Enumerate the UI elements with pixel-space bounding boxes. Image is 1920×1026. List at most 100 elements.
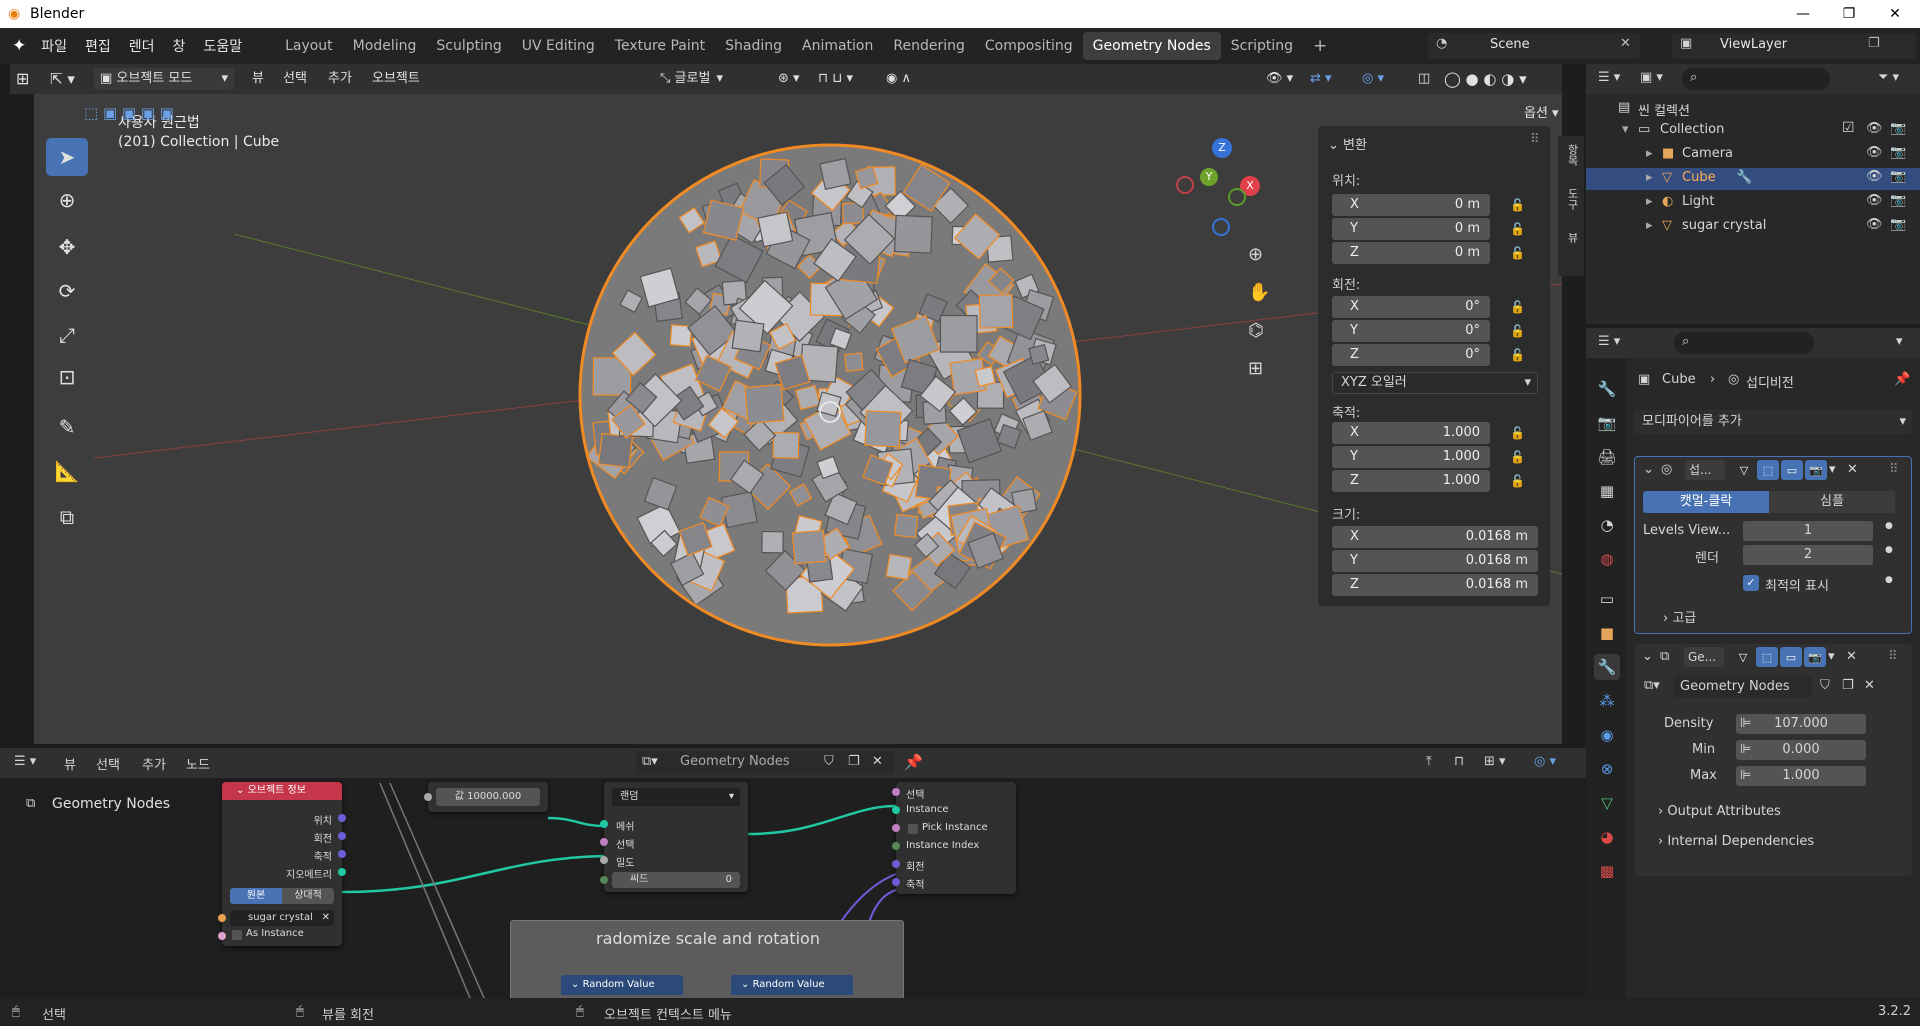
chevron-down-icon[interactable]: ▾: [1896, 334, 1903, 349]
distribute-points-node[interactable]: 랜덤 ▾ 메쉬 선택 밀도 씨드 0: [600, 782, 748, 892]
editor-type-icon[interactable]: ☰ ▾: [1598, 334, 1620, 349]
scale-tool-button[interactable]: ⤢: [46, 316, 88, 354]
proportional-edit-icon[interactable]: ◉ ∧: [886, 68, 911, 90]
menu-render[interactable]: 렌더: [120, 36, 164, 56]
node-group-field[interactable]: Geometry Nodes: [1674, 676, 1812, 698]
tab-compositing[interactable]: Compositing: [975, 32, 1083, 60]
edit-mode-icon[interactable]: ▽: [1733, 460, 1755, 480]
keyframe-dot-icon[interactable]: ●: [1885, 521, 1893, 531]
tab-scripting[interactable]: Scripting: [1221, 32, 1303, 60]
gizmo-neg-y-icon[interactable]: [1228, 188, 1246, 206]
navigation-gizmo[interactable]: Z Y X: [1176, 138, 1264, 236]
tab-rendering[interactable]: Rendering: [883, 32, 975, 60]
add-workspace-icon[interactable]: +: [1303, 32, 1337, 60]
viewport-display-icon[interactable]: ▭: [1781, 460, 1803, 480]
modifier-name-field[interactable]: 섭...: [1685, 460, 1725, 480]
rotation-x-field[interactable]: X 0°: [1332, 296, 1490, 318]
distribute-mode-dropdown[interactable]: 랜덤 ▾: [612, 788, 740, 806]
max-field[interactable]: ⊫ 1.000: [1736, 766, 1866, 786]
object-tab-icon[interactable]: ■: [1594, 620, 1620, 646]
snap-target-icon[interactable]: ⊞ ▾: [1484, 754, 1506, 769]
unlink-icon[interactable]: ✕: [1864, 678, 1875, 693]
tab-view[interactable]: 뷰: [1564, 232, 1580, 243]
menu-node[interactable]: 노드: [186, 754, 210, 773]
original-button[interactable]: 원본: [230, 888, 282, 904]
scale-y-field[interactable]: Y 1.000: [1332, 446, 1490, 468]
relative-button[interactable]: 상대적: [282, 888, 334, 904]
viewport-display-icon[interactable]: ▭: [1780, 647, 1802, 667]
transform-orientation[interactable]: ⤡ 글로벌 ▾: [660, 68, 760, 90]
menu-add[interactable]: 추가: [328, 68, 352, 90]
catmull-clark-button[interactable]: 캣멀-클락: [1643, 491, 1769, 513]
tool-tab-icon[interactable]: 🔧: [1594, 376, 1620, 402]
snap-icon[interactable]: ⊓: [1454, 754, 1464, 769]
hand-icon[interactable]: ✋: [1248, 282, 1270, 303]
eye-icon[interactable]: 👁: [1866, 217, 1883, 232]
outliner-row-camera[interactable]: ▸ ■ Camera 👁 📷: [1586, 144, 1920, 166]
checkbox-icon[interactable]: ☑: [1842, 120, 1855, 136]
frame-node[interactable]: radomize scale and rotation ⌄ Random Val…: [510, 920, 904, 998]
view-layer-selector[interactable]: ▣ ViewLayer ❐: [1672, 33, 1916, 59]
keyframe-dot-icon[interactable]: ●: [1885, 575, 1893, 585]
scene-tab-icon[interactable]: ◔: [1594, 512, 1620, 538]
render-levels-field[interactable]: 2: [1743, 545, 1873, 565]
collapse-icon[interactable]: ⌄: [1643, 462, 1654, 477]
grid-view-icon[interactable]: ⊞: [1248, 358, 1263, 379]
menu-object[interactable]: 오브젝트: [372, 68, 420, 90]
properties-search[interactable]: ⌕: [1674, 332, 1814, 354]
lock-icon[interactable]: 🔓: [1510, 450, 1526, 464]
fake-user-icon[interactable]: ⛉: [1820, 678, 1830, 693]
cursor-tool-button[interactable]: ⊕: [46, 181, 88, 219]
select-tool-icon[interactable]: ⇱ ▾: [50, 68, 75, 90]
random-value-node[interactable]: ⌄ Random Value: [561, 975, 683, 995]
lock-icon[interactable]: 🔓: [1510, 474, 1526, 488]
cage-icon[interactable]: ⬚: [1757, 460, 1779, 480]
value-field[interactable]: 값 10000.000: [436, 788, 540, 806]
close-button[interactable]: ✕: [1872, 0, 1918, 28]
scale-x-field[interactable]: X 1.000: [1332, 422, 1490, 444]
constraints-tab-icon[interactable]: ⊗: [1594, 756, 1620, 782]
minimize-button[interactable]: —: [1780, 0, 1826, 28]
maximize-button[interactable]: ❐: [1826, 0, 1872, 28]
particles-tab-icon[interactable]: ⁂: [1594, 688, 1620, 714]
blender-menu-icon[interactable]: ✦: [12, 36, 26, 56]
copy-icon[interactable]: ❐: [1868, 36, 1880, 51]
outliner-row-sugar-crystal[interactable]: ▸ ▽ sugar crystal 👁 📷: [1586, 216, 1920, 238]
add-cube-tool-button[interactable]: ⧉: [46, 498, 88, 536]
annotate-tool-button[interactable]: ✎: [46, 408, 88, 446]
collection-tab-icon[interactable]: ▭: [1594, 586, 1620, 612]
menu-help[interactable]: 도움말: [194, 36, 251, 56]
eye-icon[interactable]: 👁: [1866, 169, 1883, 184]
render-display-icon[interactable]: 📷: [1805, 460, 1827, 480]
select-box-icon[interactable]: ⬚ ▣ ▣ ▣ ▣: [84, 104, 174, 122]
scale-z-field[interactable]: Z 1.000: [1332, 470, 1490, 492]
drag-handle-icon[interactable]: ⠿: [1888, 649, 1898, 664]
eye-icon[interactable]: 👁: [1866, 121, 1883, 136]
tab-tool[interactable]: 도구: [1564, 188, 1580, 210]
overlay-icon[interactable]: ◎ ▾: [1362, 68, 1384, 90]
location-y-field[interactable]: Y0 m: [1332, 218, 1490, 240]
render-tab-icon[interactable]: 📷: [1594, 410, 1620, 436]
menu-select[interactable]: 선택: [283, 68, 307, 90]
visibility-icon[interactable]: 👁 ▾: [1266, 68, 1293, 90]
camera-view-icon[interactable]: ⌬: [1248, 320, 1264, 341]
select-tool-button[interactable]: ➤: [46, 138, 88, 176]
camera-icon[interactable]: 📷: [1890, 169, 1906, 184]
tab-uv-editing[interactable]: UV Editing: [512, 32, 605, 60]
expand-icon[interactable]: ▾: [1622, 122, 1629, 137]
mode-selector[interactable]: ▣ 오브젝트 모드 ▾: [94, 68, 234, 90]
rotation-z-field[interactable]: Z 0°: [1332, 344, 1490, 366]
camera-icon[interactable]: 📷: [1890, 217, 1906, 232]
camera-icon[interactable]: 📷: [1890, 121, 1906, 136]
add-modifier-dropdown[interactable]: 모디파이어를 추가 ▾: [1634, 410, 1912, 434]
material-tab-icon[interactable]: ◕: [1594, 824, 1620, 850]
close-icon[interactable]: ✕: [1620, 36, 1631, 51]
seed-field[interactable]: 씨드 0: [612, 872, 740, 888]
options-button[interactable]: 옵션 ▾: [1524, 102, 1559, 121]
editor-type-icon[interactable]: ☰ ▾: [14, 754, 36, 769]
lock-icon[interactable]: 🔓: [1510, 300, 1526, 314]
tab-geometry-nodes[interactable]: Geometry Nodes: [1082, 32, 1221, 60]
rotation-mode-dropdown[interactable]: XYZ 오일러 ▾: [1332, 372, 1538, 394]
tab-texture-paint[interactable]: Texture Paint: [605, 32, 715, 60]
dimension-y-field[interactable]: Y 0.0168 m: [1332, 550, 1538, 572]
